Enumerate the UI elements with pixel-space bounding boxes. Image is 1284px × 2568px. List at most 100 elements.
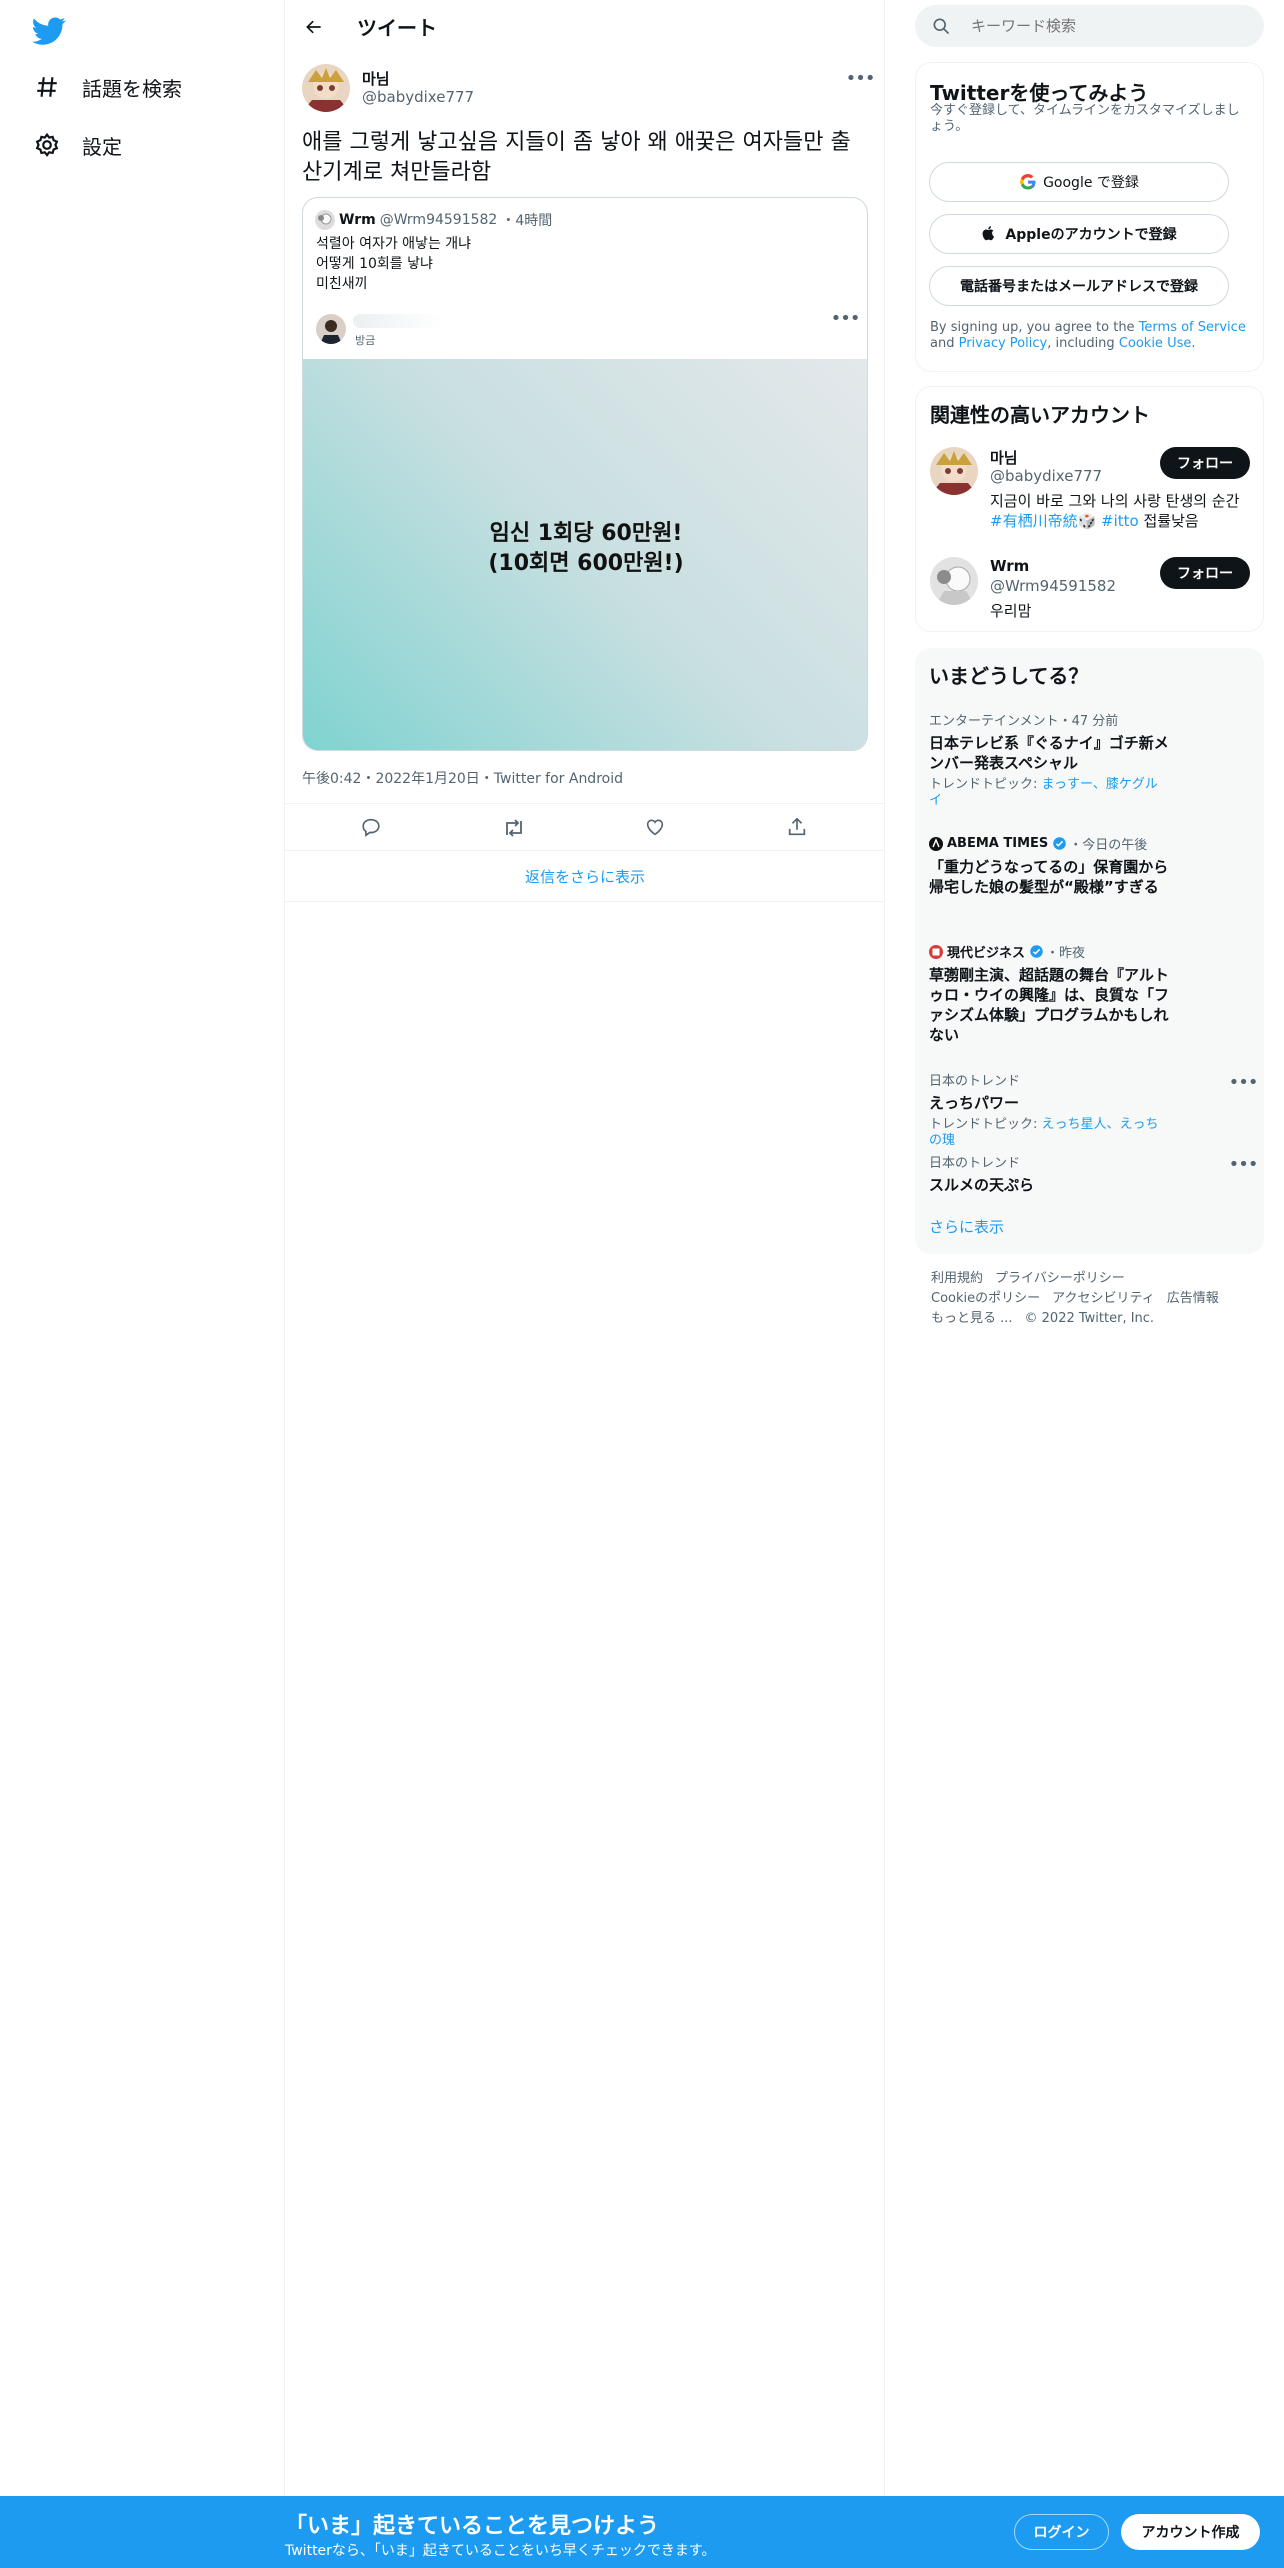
trend-item[interactable]: 日本のトレンド スルメの天ぷら ••• (929, 1152, 1258, 1195)
like-icon[interactable] (644, 816, 668, 840)
quote-media-header: 방금 ••• (303, 302, 867, 358)
show-more-replies-link[interactable]: 返信をさらに表示 (285, 852, 885, 902)
avatar[interactable] (302, 64, 350, 112)
quote-name: Wrm (339, 212, 376, 228)
topic-prefix: トレンドトピック: (929, 1117, 1042, 1132)
google-signup-button[interactable]: Google で登録 (929, 162, 1229, 202)
trend-title: えっちパワー (929, 1094, 1020, 1112)
google-icon (1019, 173, 1037, 191)
trend-topics: トレンドトピック: まっすー、膝ケグルイ (929, 777, 1169, 809)
verified-badge-icon (1029, 944, 1044, 959)
quote-avatar (315, 210, 335, 230)
dice-emoji: 🎲 (1077, 512, 1097, 530)
trends-show-more-link[interactable]: さらに表示 (929, 1216, 1004, 1237)
trend-title: 「重力どうなってるの」保育園から帰宅した娘の髪型が“殿様”すぎる (929, 858, 1169, 896)
hashtag-link[interactable]: #有栖川帝統 (990, 512, 1078, 530)
trends-title: いまどうしてる？ (929, 664, 1089, 688)
author-name[interactable]: 마님 (362, 68, 390, 89)
terms-text: By signing up, you agree to the (930, 320, 1139, 335)
share-icon[interactable] (786, 816, 810, 840)
nav-explore-label: 話題を検索 (82, 76, 182, 101)
hashtag-link[interactable]: #itto (1101, 512, 1139, 530)
footer-link[interactable]: アクセシビリティ (1052, 1291, 1155, 1306)
bottom-bar-subtitle: Twitterなら、「いま」起きていることをいち早くチェックできます。 (285, 2543, 716, 2559)
gear-icon (34, 132, 60, 158)
trend-title: 日本テレビ系『ぐるナイ』ゴチ新メンバー発表スペシャル (929, 734, 1169, 772)
quote-handle: @Wrm94591582 (379, 212, 498, 228)
follow-button[interactable]: フォロー (1160, 447, 1250, 479)
account-handle[interactable]: @babydixe777 (990, 467, 1102, 485)
footer-link[interactable]: プライバシーポリシー (995, 1271, 1125, 1286)
search-icon (931, 16, 951, 36)
arrow-left-icon[interactable] (297, 10, 331, 44)
search-input[interactable] (969, 16, 1249, 36)
trend-item[interactable]: ABEMA TIMES ・今日の午後 「重力どうなってるの」保育園から帰宅した娘… (929, 834, 1249, 897)
avatar[interactable] (930, 447, 978, 495)
nav-settings-label: 設定 (82, 134, 122, 159)
media-time-label: 방금 (355, 334, 376, 347)
footer-link[interactable]: 広告情報 (1167, 1291, 1219, 1306)
trend-source: 現代ビジネス (947, 946, 1026, 961)
account-handle[interactable]: @Wrm94591582 (990, 577, 1116, 595)
phone-email-signup-label: 電話番号またはメールアドレスで登録 (960, 279, 1198, 295)
blurred-name (353, 314, 443, 328)
page-header: ツイート (285, 0, 885, 53)
follow-button[interactable]: フォロー (1160, 557, 1250, 589)
tweet-timestamp[interactable]: 午後0:42・2022年1月20日・Twitter for Android (302, 768, 623, 788)
abema-logo-icon (929, 836, 943, 851)
avatar[interactable] (930, 557, 978, 605)
account-item[interactable]: Wrm @Wrm94591582 フォロー 우리맘 (930, 557, 1250, 621)
author-handle[interactable]: @babydixe777 (362, 88, 474, 106)
account-bio: 우리맘 (990, 602, 1032, 620)
cookie-use-link[interactable]: Cookie Use (1119, 336, 1192, 351)
gendai-logo-icon (929, 944, 943, 959)
trend-source: ABEMA TIMES (947, 836, 1049, 851)
account-item[interactable]: 마님 @babydixe777 フォロー 지금이 바로 그와 나의 사랑 탄생의… (930, 447, 1250, 547)
hashtag-icon (34, 74, 60, 100)
signup-title: Twitterを使ってみよう (930, 81, 1149, 105)
terms-of-service-link[interactable]: Terms of Service (1139, 320, 1246, 335)
twitter-bird-icon[interactable] (32, 14, 66, 48)
more-options-icon[interactable]: ••• (831, 306, 861, 330)
bio-text: 지금이 바로 그와 나의 사랑 탄생의 순간 (990, 492, 1240, 510)
tweet-text: 애를 그렇게 낳고싶음 지들이 좀 낳아 왜 애꿎은 여자들만 출산기계로 쳐만… (302, 130, 851, 185)
trend-time: ・昨夜 (1046, 946, 1086, 961)
terms-text: . (1191, 336, 1196, 351)
nav-settings[interactable]: 設定 (34, 125, 122, 165)
login-button[interactable]: ログイン (1014, 2514, 1109, 2550)
relevant-accounts-panel: 関連性の高いアカウント 마님 @babydixe777 フォロー 지금이 바로 … (915, 386, 1264, 632)
more-options-icon[interactable]: ••• (1229, 1070, 1259, 1094)
reply-icon[interactable] (360, 816, 384, 840)
bottom-signup-bar: 「いま」起きていることを見つけよう Twitterなら、「いま」起きていることを… (0, 2496, 1284, 2568)
footer-link[interactable]: もっと見る ... (931, 1311, 1013, 1326)
account-name[interactable]: 마님 (990, 447, 1018, 468)
trend-time: ・今日の午後 (1069, 838, 1148, 853)
trend-item[interactable]: エンターテインメント・47 分前 日本テレビ系『ぐるナイ』ゴチ新メンバー発表スペ… (929, 710, 1249, 809)
trend-meta: ABEMA TIMES ・今日の午後 (929, 834, 1249, 853)
more-options-icon[interactable]: ••• (1229, 1152, 1259, 1176)
bottom-bar-title: 「いま」起きていることを見つけよう (285, 2514, 660, 2539)
right-sidebar: Twitterを使ってみよう 今すぐ登録して、タイムラインをカスタマイズしましょ… (885, 0, 1284, 2496)
phone-email-signup-button[interactable]: 電話番号またはメールアドレスで登録 (929, 266, 1229, 306)
quote-media-image[interactable]: 임신 1회당 60만원! (10회면 600만원!) (303, 359, 867, 750)
search-bar[interactable] (915, 5, 1264, 47)
apple-signup-button[interactable]: Appleのアカウントで登録 (929, 214, 1229, 254)
terms-text: , including (1047, 336, 1119, 351)
apple-signup-label: Appleのアカウントで登録 (1005, 227, 1177, 243)
verified-badge-icon (1052, 836, 1067, 851)
trend-item[interactable]: 現代ビジネス ・昨夜 草彅剛主演、超話題の舞台『アルトゥロ・ウイの興隆』は、良質… (929, 942, 1249, 1045)
retweet-icon[interactable] (502, 816, 526, 840)
footer-link[interactable]: Cookieのポリシー (931, 1291, 1040, 1306)
nav-explore[interactable]: 話題を検索 (34, 67, 182, 107)
create-account-button[interactable]: アカウント作成 (1121, 2514, 1260, 2550)
trend-item[interactable]: 日本のトレンド えっちパワー トレンドトピック: えっち星人、えっちの瑰 ••• (929, 1070, 1258, 1149)
more-options-icon[interactable]: ••• (846, 66, 876, 90)
account-name[interactable]: Wrm (990, 557, 1029, 575)
trends-panel: いまどうしてる？ エンターテインメント・47 分前 日本テレビ系『ぐるナイ』ゴチ… (915, 648, 1264, 1254)
trend-meta: エンターテインメント・47 分前 (929, 714, 1119, 729)
quoted-tweet[interactable]: Wrm @Wrm94591582 ・ 4時間 석렬아 여자가 애낳는 개냐 어떻… (302, 197, 868, 751)
footer-link[interactable]: 利用規約 (931, 1271, 983, 1286)
privacy-policy-link[interactable]: Privacy Policy (959, 336, 1048, 351)
avatar (316, 314, 346, 344)
left-nav: 話題を検索 設定 (0, 0, 285, 2496)
